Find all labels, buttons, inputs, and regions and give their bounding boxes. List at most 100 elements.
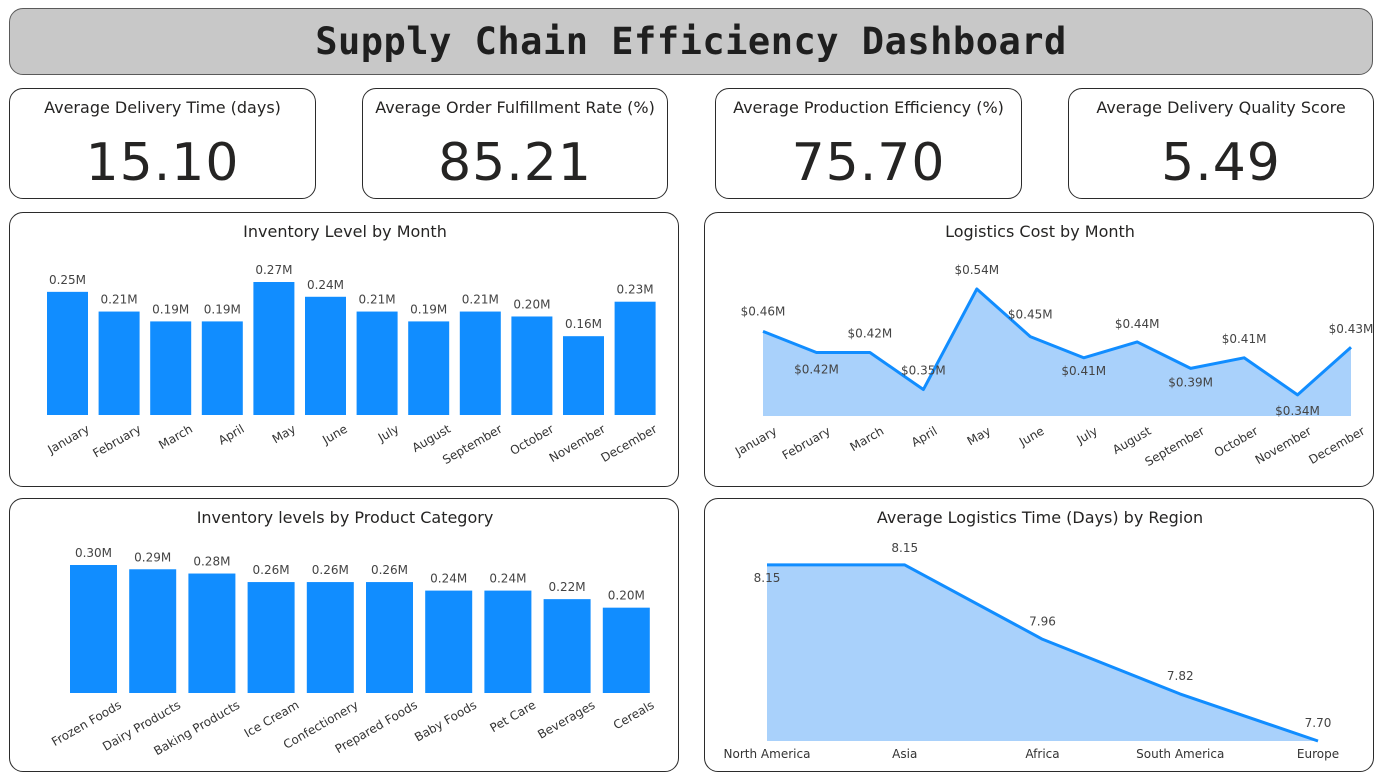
category-label: April xyxy=(909,424,940,450)
bar xyxy=(484,590,532,693)
data-label: 0.24M xyxy=(430,572,467,586)
bar xyxy=(98,311,140,415)
data-label: $0.46M xyxy=(741,304,786,318)
category-label: May xyxy=(965,424,993,449)
data-label: 0.21M xyxy=(359,293,396,307)
bar xyxy=(253,282,295,415)
data-label: $0.35M xyxy=(901,364,946,378)
data-label: 0.24M xyxy=(307,278,344,292)
bar xyxy=(459,311,501,415)
logistics-time-panel: Average Logistics Time (Days) by Region 8… xyxy=(704,498,1374,772)
category-label: Baby Foods xyxy=(412,698,479,745)
data-label: $0.41M xyxy=(1061,364,1106,378)
bar xyxy=(129,569,177,693)
category-label: Pet Care xyxy=(487,698,538,735)
kpi-card-production-efficiency: Average Production Efficiency (%) 75.70 xyxy=(715,88,1022,199)
bar xyxy=(305,296,346,415)
category-label: November xyxy=(547,422,608,465)
category-label: Asia xyxy=(892,747,917,761)
data-label: 7.96 xyxy=(1029,614,1056,628)
category-label: March xyxy=(848,424,887,454)
category-label: February xyxy=(90,422,143,461)
data-label: 0.21M xyxy=(101,293,138,307)
category-label: Africa xyxy=(1025,747,1059,761)
bar xyxy=(614,301,656,415)
data-label: $0.45M xyxy=(1008,308,1053,322)
category-label: February xyxy=(780,424,833,463)
data-label: $0.44M xyxy=(1115,317,1160,331)
kpi-card-quality-score: Average Delivery Quality Score 5.49 xyxy=(1068,88,1374,199)
chart-title: Average Logistics Time (Days) by Region xyxy=(877,508,1203,527)
data-label: 0.19M xyxy=(204,302,241,316)
kpi-card-fulfillment-rate: Average Order Fulfillment Rate (%) 85.21 xyxy=(362,88,668,199)
category-label: January xyxy=(45,422,92,457)
data-label: 8.15 xyxy=(754,571,781,585)
data-label: $0.39M xyxy=(1168,375,1213,389)
data-label: 0.27M xyxy=(255,263,292,277)
data-label: $0.42M xyxy=(794,363,839,377)
bar xyxy=(150,321,192,415)
bar xyxy=(188,573,236,693)
bar xyxy=(563,336,604,415)
kpi-label: Average Order Fulfillment Rate (%) xyxy=(375,98,655,117)
category-label: Cereals xyxy=(611,698,657,733)
category-label: North America xyxy=(724,747,811,761)
category-label: June xyxy=(1016,424,1047,450)
data-label: 0.28M xyxy=(193,555,230,569)
data-label: $0.43M xyxy=(1329,322,1374,336)
area-fill xyxy=(767,564,1318,741)
bar xyxy=(543,599,591,693)
kpi-label: Average Delivery Time (days) xyxy=(44,98,281,117)
inventory-by-month-chart: Inventory Level by Month 0.25M January 0.21… xyxy=(45,222,660,467)
category-label: December xyxy=(1306,424,1367,467)
category-label: South America xyxy=(1136,747,1224,761)
kpi-value: 75.70 xyxy=(791,133,946,193)
kpi-label: Average Production Efficiency (%) xyxy=(733,98,1004,117)
dashboard-title: Supply Chain Efficiency Dashboard xyxy=(315,20,1067,63)
inventory-by-category-chart: Inventory levels by Product Category 0.30… xyxy=(49,508,657,758)
data-label: $0.42M xyxy=(848,327,893,341)
inventory-by-month-panel: Inventory Level by Month 0.25M January 0.21… xyxy=(9,212,679,487)
data-label: 0.21M xyxy=(462,293,499,307)
bar xyxy=(425,590,473,693)
bar xyxy=(356,311,398,415)
kpi-card-delivery-time: Average Delivery Time (days) 15.10 xyxy=(9,88,316,199)
inventory-by-category-panel: Inventory levels by Product Category 0.30… xyxy=(9,498,679,772)
category-label: December xyxy=(599,422,660,465)
bar xyxy=(511,316,553,415)
category-label: July xyxy=(1073,424,1100,447)
category-label: June xyxy=(319,422,350,448)
data-label: 0.23M xyxy=(617,283,654,297)
data-label: 0.22M xyxy=(549,580,586,594)
chart-title: Inventory levels by Product Category xyxy=(197,508,494,527)
category-label: November xyxy=(1253,424,1314,467)
kpi-value: 5.49 xyxy=(1161,133,1281,193)
dashboard-header: Supply Chain Efficiency Dashboard xyxy=(9,8,1373,75)
logistics-cost-chart: Logistics Cost by Month $0.46M January $0.4… xyxy=(732,222,1374,469)
category-label: January xyxy=(732,424,779,459)
bar xyxy=(366,582,413,693)
data-label: $0.54M xyxy=(954,263,999,277)
data-label: 7.70 xyxy=(1305,716,1332,730)
kpi-value: 85.21 xyxy=(438,133,592,193)
data-label: 0.30M xyxy=(75,546,112,560)
kpi-value: 15.10 xyxy=(85,133,240,193)
data-label: 0.24M xyxy=(489,572,526,586)
data-label: 0.19M xyxy=(152,302,189,316)
category-label: Europe xyxy=(1297,747,1339,761)
data-label: 0.26M xyxy=(253,563,290,577)
kpi-label: Average Delivery Quality Score xyxy=(1096,98,1346,117)
data-label: 0.26M xyxy=(371,563,408,577)
category-label: May xyxy=(270,422,298,447)
bar xyxy=(306,582,354,693)
data-label: 7.82 xyxy=(1167,669,1194,683)
data-label: 8.15 xyxy=(891,541,918,555)
category-label: April xyxy=(216,422,247,448)
logistics-cost-panel: Logistics Cost by Month $0.46M January $0.4… xyxy=(704,212,1374,487)
data-label: $0.34M xyxy=(1275,404,1320,418)
data-label: 0.20M xyxy=(513,297,550,311)
chart-title: Logistics Cost by Month xyxy=(945,222,1135,241)
data-label: $0.41M xyxy=(1222,332,1267,346)
category-label: Beverages xyxy=(535,698,597,742)
bar xyxy=(70,565,117,693)
